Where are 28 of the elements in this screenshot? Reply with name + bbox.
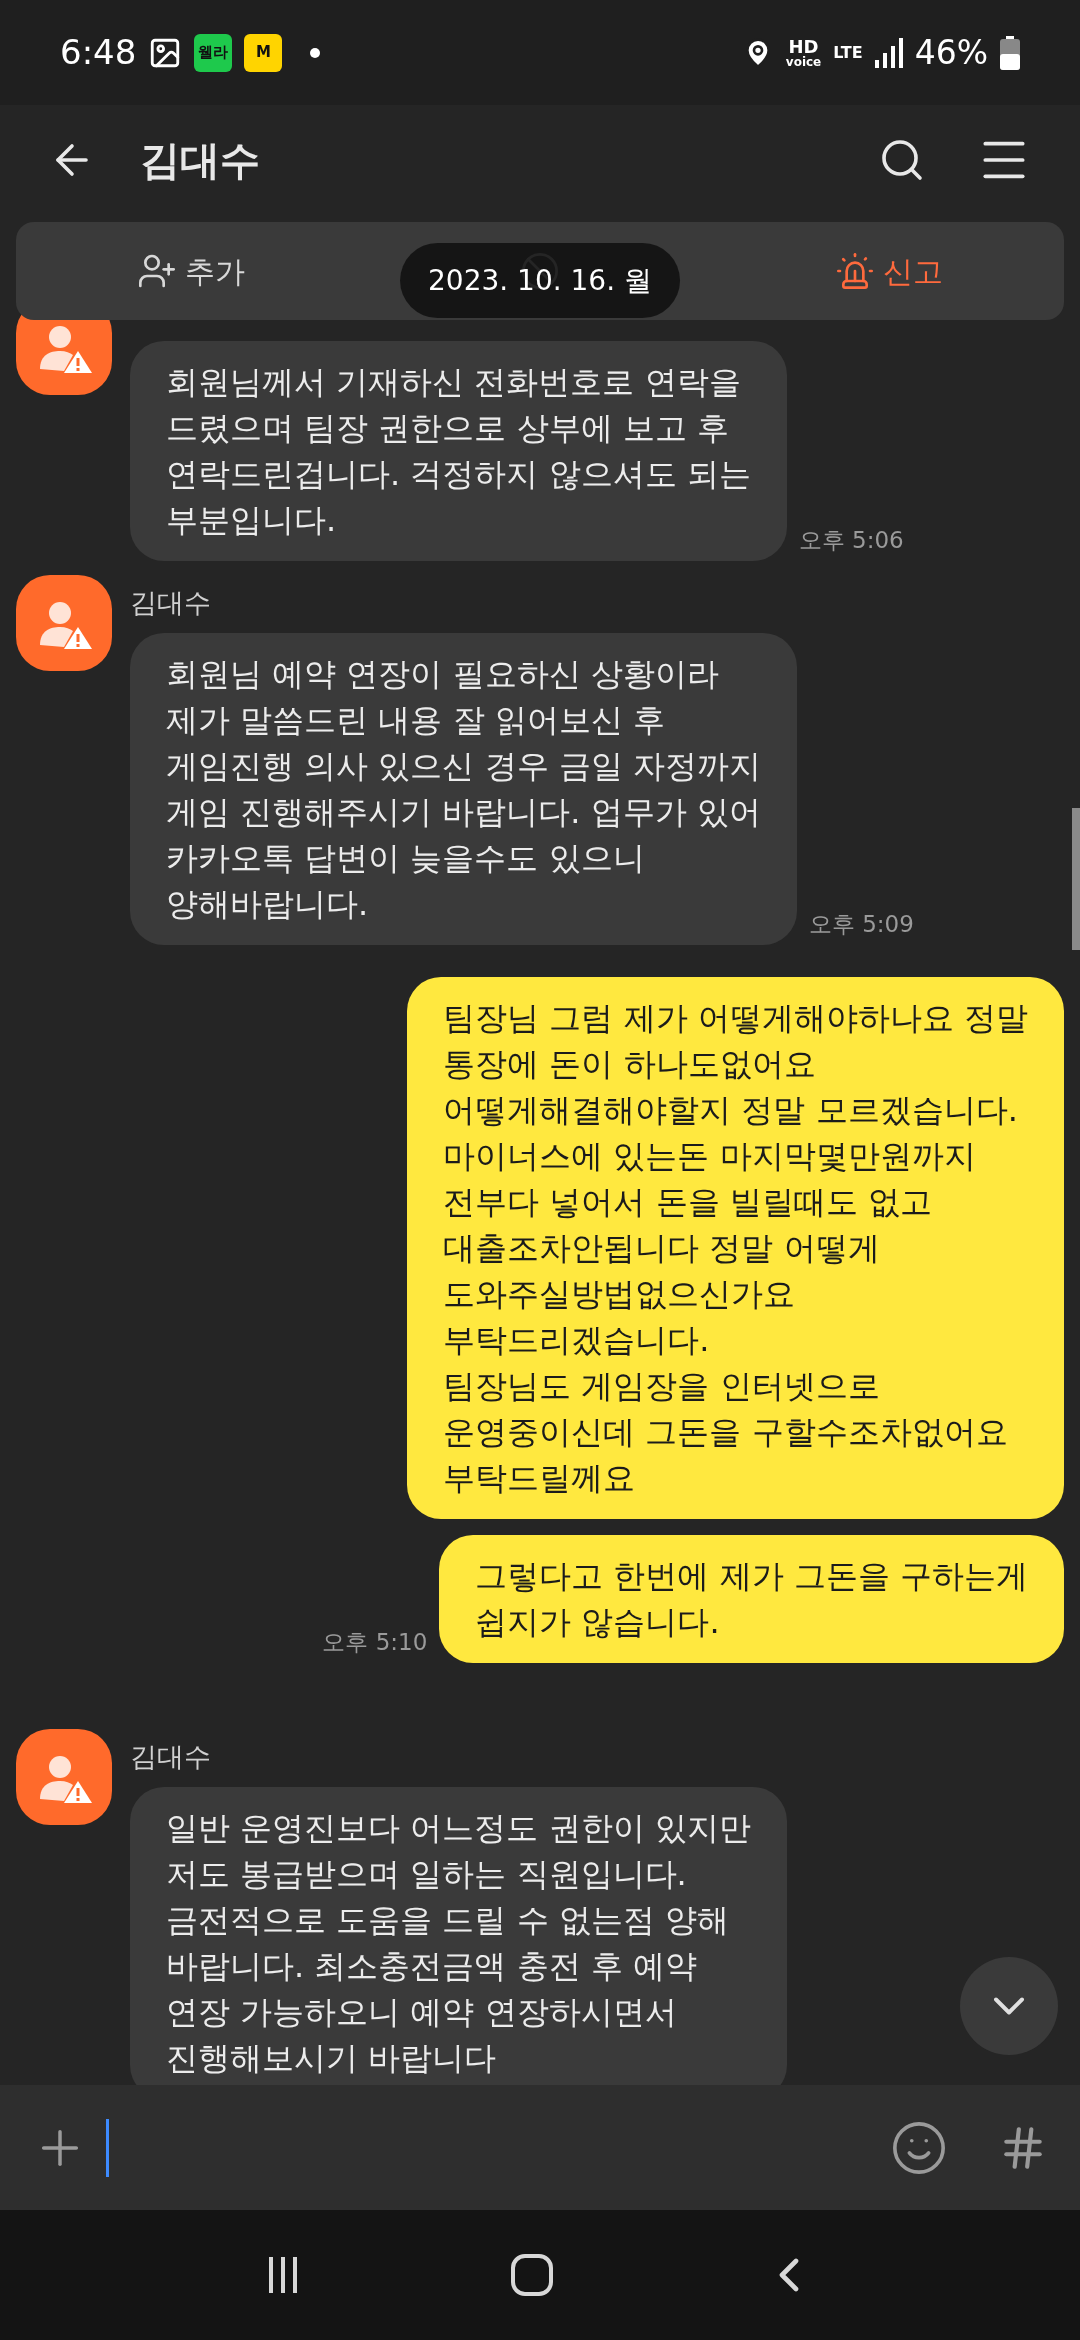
action-button[interactable]: 추가 bbox=[136, 248, 245, 294]
hd-label: HD bbox=[788, 37, 819, 56]
date-toast: 2023. 10. 16. 월 bbox=[400, 243, 680, 318]
message-bubble[interactable]: 팀장님 그럼 제가 어떻게해야하나요 정말 통장에 돈이 하나도없어요 어떻게해결해야할지 정말 모르겠습니다. 마이너스에 있는돈 마지막몇만원까지 전부다 넣어서 돈을 빌릴때도 없고 대출조차안됩니다 정말 어떻게 도와주실방법없으신가요 부탁드리겠습니다. 팀장님도 게임장을 인터넷으로 운영중이신데 그돈을 구할수조차없어요 부탁드릴께요 bbox=[407, 977, 1064, 1519]
app-badge: 웰라 bbox=[194, 33, 233, 72]
chat-title: 김대수 bbox=[140, 136, 260, 185]
message-time: 오후 5:10 bbox=[322, 1627, 428, 1657]
battery-icon bbox=[1000, 35, 1020, 70]
clock: 6:48 bbox=[60, 31, 137, 74]
siren-icon bbox=[835, 251, 876, 291]
battery-percent: 46% bbox=[914, 31, 988, 74]
message-bubble[interactable]: 일반 운영진보다 어느정도 권한이 있지만 저도 봉급받으며 일하는 직원입니다. 금전적으로 도움을 드릴 수 없는점 양해 바랍니다. 최소충전금액 충전 후 예약 연장 가능하오니 예약 연장하시면서 진행해보시기 바랍니다 bbox=[130, 1787, 787, 2085]
message-bubble[interactable]: 회원님께서 기재하신 전화번호로 연락을 드렸으며 팀장 권한으로 상부에 보고 후 연락드린겁니다. 걱정하지 않으셔도 되는 부분입니다. bbox=[130, 341, 787, 561]
action-button[interactable]: 신고 bbox=[835, 248, 944, 294]
voice-label: voice bbox=[785, 55, 822, 68]
message-time: 오후 5:09 bbox=[808, 909, 914, 939]
sender-name: 김대수 bbox=[130, 586, 212, 620]
sender-name: 김대수 bbox=[130, 1740, 212, 1774]
network-label: LTE bbox=[833, 41, 863, 64]
message-time: 오후 5:06 bbox=[798, 525, 904, 555]
app-badge: M bbox=[244, 33, 283, 72]
message-bubble[interactable]: 회원님 예약 연장이 필요하신 상황이라 제가 말씀드린 내용 잘 읽어보신 후 게임진행 의사 있으신 경우 금일 자정까지 게임 진행해주시기 바랍니다. 업무가 있어 카카오톡 답변이 늦을수도 있으니 양해바랍니다. bbox=[130, 633, 797, 945]
home-icon[interactable] bbox=[510, 2253, 554, 2297]
message-bubble[interactable]: 그렇다고 한번에 제가 그돈을 구하는게 쉽지가 않습니다. bbox=[439, 1535, 1064, 1663]
signal-icon bbox=[874, 37, 903, 68]
dot-icon bbox=[310, 47, 321, 58]
avatar-icon[interactable] bbox=[16, 1729, 112, 1825]
avatar-icon[interactable] bbox=[16, 575, 112, 671]
